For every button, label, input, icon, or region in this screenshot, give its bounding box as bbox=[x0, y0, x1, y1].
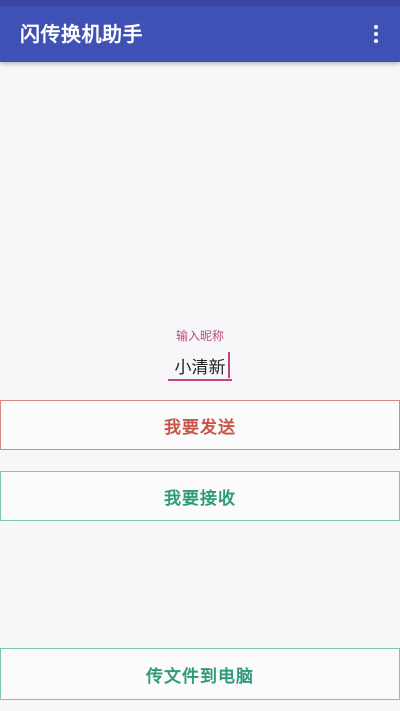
send-button[interactable]: 我要发送 bbox=[0, 400, 400, 450]
menu-dot bbox=[374, 39, 378, 43]
receive-button[interactable]: 我要接收 bbox=[0, 471, 400, 521]
menu-dot bbox=[374, 25, 378, 29]
nickname-label: 输入昵称 bbox=[175, 329, 224, 343]
menu-dot bbox=[374, 32, 378, 36]
transfer-to-pc-button[interactable]: 传文件到电脑 bbox=[0, 648, 400, 700]
app-bar: 闪传换机助手 bbox=[0, 6, 400, 62]
app-title: 闪传换机助手 bbox=[20, 22, 143, 46]
nickname-input[interactable] bbox=[168, 351, 232, 381]
text-caret bbox=[228, 352, 230, 378]
more-vert-icon[interactable] bbox=[364, 20, 388, 48]
